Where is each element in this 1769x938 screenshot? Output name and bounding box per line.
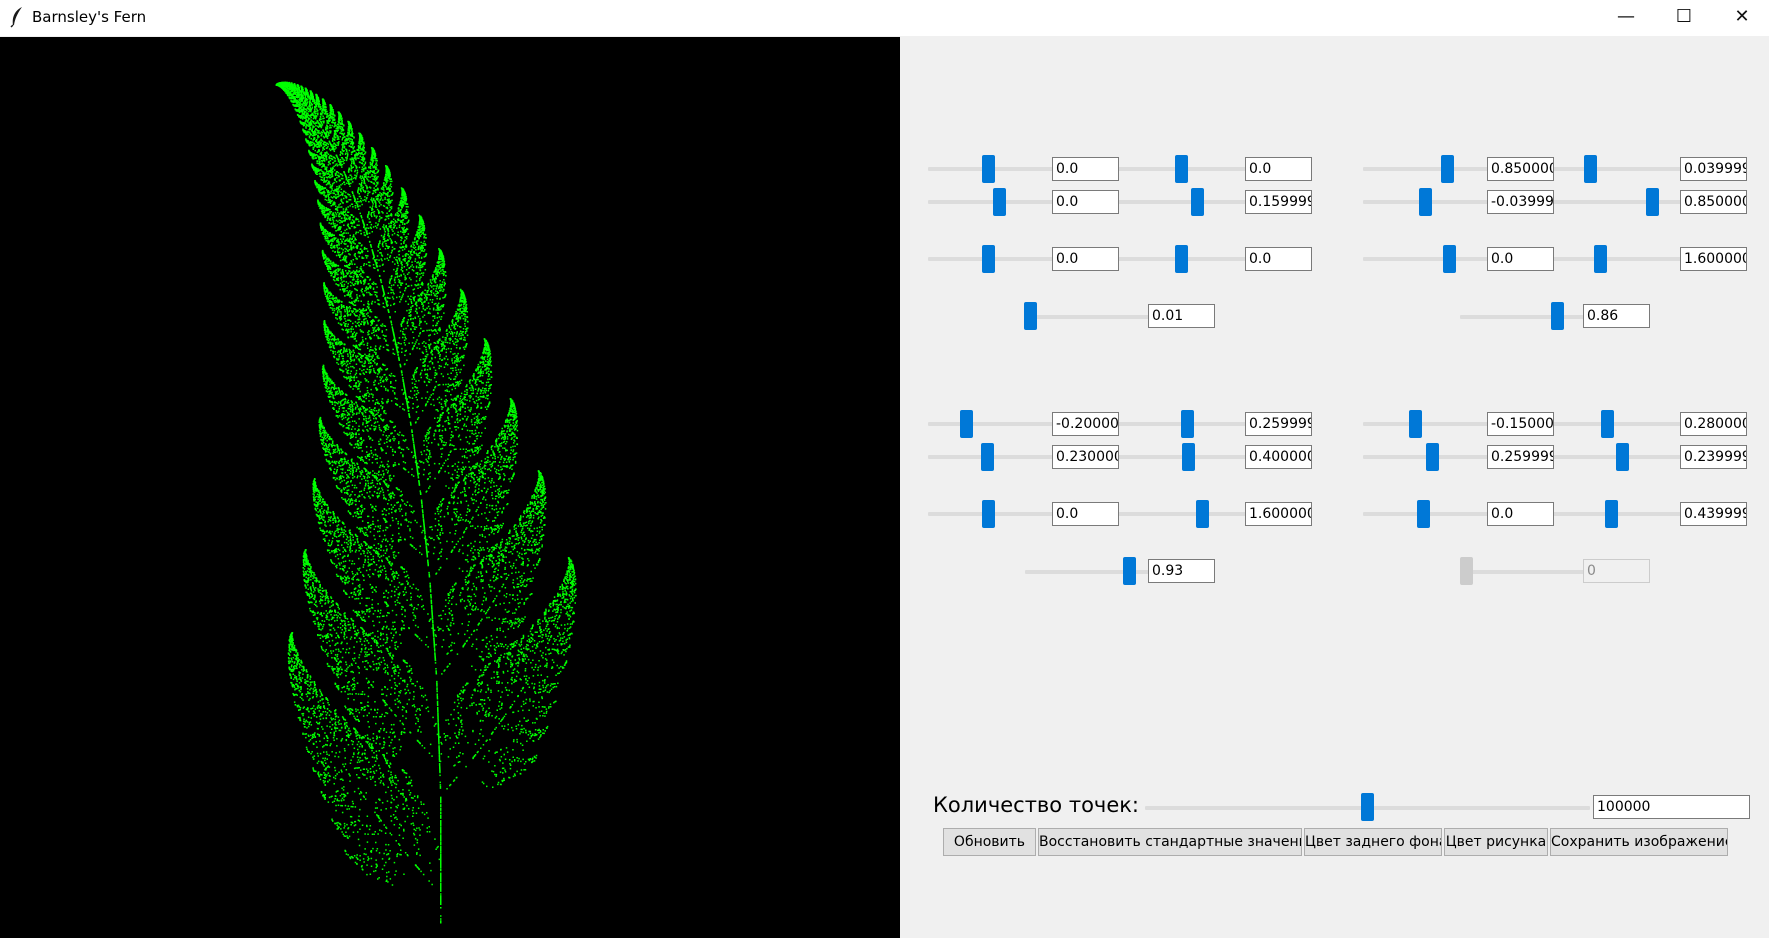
- t1-f-entry[interactable]: 0.0: [1245, 247, 1312, 271]
- t4-c-entry[interactable]: 0.2599999: [1487, 445, 1554, 469]
- t4-p-slider-track: [1460, 570, 1585, 574]
- t3-e-slider-thumb[interactable]: [982, 500, 995, 528]
- t3-f-slider-track[interactable]: [1122, 512, 1247, 516]
- t2-d-slider-thumb[interactable]: [1646, 188, 1659, 216]
- t4-f-entry[interactable]: 0.4399999: [1680, 502, 1747, 526]
- t2-c-slider-thumb[interactable]: [1419, 188, 1432, 216]
- t3-e-entry[interactable]: 0.0: [1052, 502, 1119, 526]
- t3-c-entry[interactable]: 0.2300000: [1052, 445, 1119, 469]
- t2-f-entry[interactable]: 1.6000000: [1680, 247, 1747, 271]
- t4-p-slider-thumb: [1460, 557, 1473, 585]
- t2-d-entry[interactable]: 0.8500000: [1680, 190, 1747, 214]
- t4-d-entry[interactable]: 0.2399999: [1680, 445, 1747, 469]
- t2-b-slider-thumb[interactable]: [1584, 155, 1597, 183]
- t4-f-slider-thumb[interactable]: [1605, 500, 1618, 528]
- points-slider-thumb[interactable]: [1361, 793, 1374, 821]
- t2-p-entry[interactable]: 0.86: [1583, 304, 1650, 328]
- t3-p-slider-thumb[interactable]: [1123, 557, 1136, 585]
- minimize-icon: —: [1617, 5, 1635, 27]
- window-title: Barnsley's Fern: [32, 8, 147, 26]
- t4-d-slider-thumb[interactable]: [1616, 443, 1629, 471]
- fern-drawing: [275, 81, 577, 924]
- t4-b-slider-track[interactable]: [1557, 422, 1682, 426]
- t1-f-slider-thumb[interactable]: [1175, 245, 1188, 273]
- t1-p-slider-thumb[interactable]: [1024, 302, 1037, 330]
- t2-e-entry[interactable]: 0.0: [1487, 247, 1554, 271]
- t1-d-slider-track[interactable]: [1122, 200, 1247, 204]
- t4-a-slider-thumb[interactable]: [1409, 410, 1422, 438]
- t1-d-slider-thumb[interactable]: [1191, 188, 1204, 216]
- points-count-label: Количество точек:: [933, 793, 1140, 817]
- t4-e-slider-thumb[interactable]: [1417, 500, 1430, 528]
- points-entry[interactable]: 100000: [1593, 795, 1750, 819]
- t4-f-slider-track[interactable]: [1557, 512, 1682, 516]
- restore-defaults-button[interactable]: Восстановить стандартные значения: [1038, 828, 1302, 856]
- t3-d-slider-thumb[interactable]: [1182, 443, 1195, 471]
- t3-f-entry[interactable]: 1.6000000: [1245, 502, 1312, 526]
- t1-c-slider-thumb[interactable]: [993, 188, 1006, 216]
- save-image-button[interactable]: Сохранить изображение: [1550, 828, 1728, 856]
- t2-p-slider-thumb[interactable]: [1551, 302, 1564, 330]
- t3-a-slider-thumb[interactable]: [960, 410, 973, 438]
- t3-d-entry[interactable]: 0.4000000: [1245, 445, 1312, 469]
- t2-d-slider-track[interactable]: [1557, 200, 1682, 204]
- t2-b-slider-track[interactable]: [1557, 167, 1682, 171]
- background-color-button[interactable]: Цвет заднего фона: [1304, 828, 1442, 856]
- t1-d-entry[interactable]: 0.1599999: [1245, 190, 1312, 214]
- t4-b-entry[interactable]: 0.2800000: [1680, 412, 1747, 436]
- close-icon: ✕: [1734, 5, 1750, 27]
- t2-a-entry[interactable]: 0.8500000: [1487, 157, 1554, 181]
- t4-c-slider-thumb[interactable]: [1426, 443, 1439, 471]
- fern-canvas: [0, 37, 900, 938]
- update-button[interactable]: Обновить: [943, 828, 1036, 856]
- maximize-button[interactable]: ☐: [1655, 0, 1713, 32]
- t1-e-entry[interactable]: 0.0: [1052, 247, 1119, 271]
- t2-e-slider-thumb[interactable]: [1443, 245, 1456, 273]
- t1-p-slider-track[interactable]: [1025, 315, 1150, 319]
- t3-c-slider-thumb[interactable]: [981, 443, 994, 471]
- t1-e-slider-thumb[interactable]: [982, 245, 995, 273]
- t1-c-entry[interactable]: 0.0: [1052, 190, 1119, 214]
- t1-a-entry[interactable]: 0.0: [1052, 157, 1119, 181]
- t4-a-entry[interactable]: -0.1500000: [1487, 412, 1554, 436]
- t1-a-slider-thumb[interactable]: [982, 155, 995, 183]
- t3-b-entry[interactable]: 0.2599999: [1245, 412, 1312, 436]
- drawing-color-button[interactable]: Цвет рисунка: [1444, 828, 1548, 856]
- feather-icon: [10, 7, 22, 28]
- t3-a-entry[interactable]: -0.2000000: [1052, 412, 1119, 436]
- t2-f-slider-thumb[interactable]: [1594, 245, 1607, 273]
- t1-b-slider-thumb[interactable]: [1175, 155, 1188, 183]
- t4-e-entry[interactable]: 0.0: [1487, 502, 1554, 526]
- fern-points: [275, 81, 577, 924]
- minimize-button[interactable]: —: [1597, 0, 1655, 32]
- t2-b-entry[interactable]: 0.0399999: [1680, 157, 1747, 181]
- t2-p-slider-track[interactable]: [1460, 315, 1585, 319]
- t2-f-slider-track[interactable]: [1557, 257, 1682, 261]
- t1-b-entry[interactable]: 0.0: [1245, 157, 1312, 181]
- t3-b-slider-thumb[interactable]: [1181, 410, 1194, 438]
- t2-c-entry[interactable]: -0.0399999: [1487, 190, 1554, 214]
- title-bar: Barnsley's Fern — ☐ ✕: [0, 0, 1769, 36]
- maximize-icon: ☐: [1675, 5, 1693, 27]
- t3-p-entry[interactable]: 0.93: [1148, 559, 1215, 583]
- t2-a-slider-thumb[interactable]: [1441, 155, 1454, 183]
- t4-b-slider-thumb[interactable]: [1601, 410, 1614, 438]
- t3-f-slider-thumb[interactable]: [1196, 500, 1209, 528]
- t1-p-entry[interactable]: 0.01: [1148, 304, 1215, 328]
- close-button[interactable]: ✕: [1713, 0, 1769, 32]
- t4-p-entry: 0: [1583, 559, 1650, 583]
